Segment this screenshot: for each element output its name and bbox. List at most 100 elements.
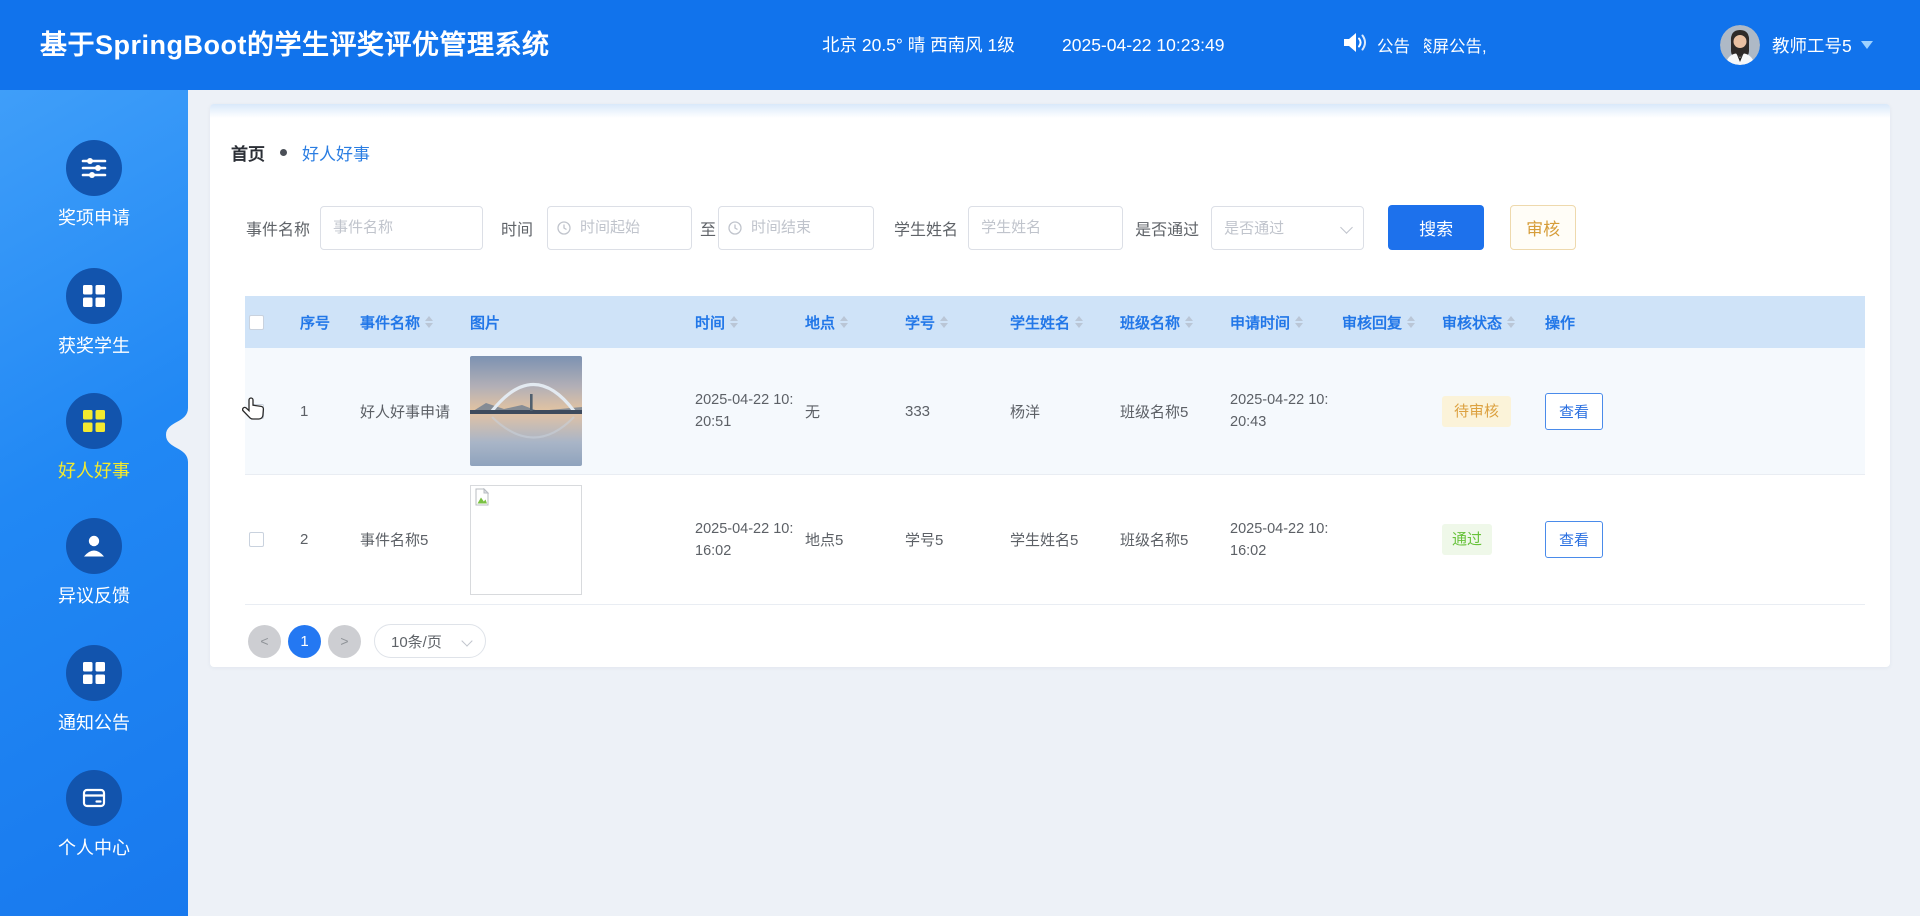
sliders-icon [66, 140, 122, 196]
event-name-input[interactable] [320, 205, 484, 250]
sidebar-item-label: 好人好事 [58, 461, 130, 481]
status-badge: 待审核 [1442, 395, 1512, 427]
sidebar: 奖项申请 获奖学生 好人好事 异议反馈 通知公告 个人中心 [0, 90, 188, 916]
cell-student-id: 333 [905, 402, 931, 420]
prev-page-button[interactable]: < [248, 624, 281, 658]
cell-index: 2 [300, 531, 309, 548]
search-button[interactable]: 搜索 [1388, 205, 1485, 250]
chevron-down-icon [1340, 220, 1353, 234]
current-page-button[interactable]: 1 [288, 624, 321, 658]
sidebar-item-label: 奖项申请 [58, 208, 130, 228]
header-cell-time[interactable]: 时间 [685, 296, 795, 348]
header-cell-student-id[interactable]: 学号 [895, 296, 1000, 348]
cell-event-name: 好人好事申请 [360, 403, 451, 421]
next-page-button[interactable]: > [328, 624, 361, 658]
clock-icon [557, 220, 571, 240]
user-icon [66, 518, 122, 574]
pagination: < 1 > 10条/页 [248, 624, 486, 658]
announcement-label: 公告 [1377, 38, 1410, 56]
sidebar-item-good-deeds[interactable]: 好人好事 [0, 393, 188, 483]
status-badge: 通过 [1442, 524, 1493, 555]
breadcrumb-home[interactable]: 首页 [231, 140, 265, 165]
sidebar-item-label: 通知公告 [58, 713, 130, 733]
cell-class-name: 班级名称5 [1120, 403, 1189, 421]
cell-location: 无 [805, 403, 821, 421]
bridge-photo [470, 356, 582, 466]
header-cell-review-reply[interactable]: 审核回复 [1332, 296, 1432, 348]
sort-icon [730, 316, 739, 328]
view-button[interactable]: 查看 [1545, 521, 1603, 558]
announcement-bar: 公告 滚屏公告, [1343, 0, 1512, 90]
grid-icon [66, 645, 122, 701]
app-window: 基于SpringBoot的学生评奖评优管理系统 北京 20.5° 晴 西南风 1… [0, 0, 1920, 916]
speaker-icon [1343, 32, 1367, 58]
header-cell-apply-time[interactable]: 申请时间 [1220, 296, 1332, 348]
header-cell-event-name[interactable]: 事件名称 [350, 296, 460, 348]
table-row: 1 好人好事申请 2025-04-22 10:20:51 无 333 杨洋 班级… [245, 348, 1865, 475]
cell-image [460, 475, 685, 604]
cell-student-name: 学生姓名5 [1010, 532, 1079, 549]
row-checkbox[interactable] [249, 403, 264, 419]
time-end-field [718, 205, 875, 250]
student-name-label: 学生姓名 [894, 221, 959, 239]
sidebar-item-award-apply[interactable]: 奖项申请 [0, 140, 188, 230]
cell-apply-time: 2025-04-22 10:16:02 [1230, 520, 1329, 559]
app-header: 基于SpringBoot的学生评奖评优管理系统 北京 20.5° 晴 西南风 1… [0, 0, 1920, 90]
good-deeds-table: 序号 事件名称 图片 时间 地点 学号 学生姓名 班级名称 申请时间 审核回复 … [245, 296, 1865, 605]
grid-icon [66, 393, 122, 449]
header-cell-location[interactable]: 地点 [795, 296, 895, 348]
header-cell-select [245, 296, 290, 348]
chevron-down-icon [461, 635, 473, 647]
sort-icon [1295, 316, 1304, 328]
sidebar-item-label: 个人中心 [58, 838, 130, 858]
header-cell-class-name[interactable]: 班级名称 [1110, 296, 1220, 348]
pass-filter-placeholder: 是否通过 [1224, 220, 1285, 237]
view-button[interactable]: 查看 [1545, 392, 1603, 430]
sidebar-item-feedback[interactable]: 异议反馈 [0, 518, 188, 608]
user-menu[interactable]: 教师工号5 [1720, 0, 1873, 90]
sidebar-item-awarded-students[interactable]: 获奖学生 [0, 268, 188, 358]
breadcrumb-current[interactable]: 好人好事 [302, 140, 370, 165]
select-all-checkbox[interactable] [249, 314, 264, 330]
cell-review-reply [1332, 348, 1432, 474]
username: 教师工号5 [1772, 35, 1852, 56]
sidebar-item-profile[interactable]: 个人中心 [0, 770, 188, 860]
header-cell-review-status[interactable]: 审核状态 [1432, 296, 1535, 348]
pass-filter-select[interactable]: 是否通过 [1211, 205, 1365, 250]
cell-student-name: 杨洋 [1010, 403, 1041, 421]
header-cell-student-name[interactable]: 学生姓名 [1000, 296, 1110, 348]
sort-icon [1407, 316, 1416, 328]
active-item-notch [164, 408, 188, 467]
avatar [1720, 25, 1760, 65]
row-checkbox[interactable] [249, 532, 264, 547]
header-cell-actions: 操作 [1545, 314, 1576, 332]
cell-review-reply [1332, 475, 1432, 604]
cell-apply-time: 2025-04-22 10:20:43 [1230, 392, 1329, 430]
sidebar-item-notices[interactable]: 通知公告 [0, 645, 188, 735]
sidebar-item-label: 获奖学生 [58, 336, 130, 356]
pass-filter-label: 是否通过 [1135, 221, 1200, 239]
chevron-down-icon [1860, 41, 1873, 49]
breadcrumb: 首页 好人好事 [231, 140, 370, 165]
cell-time: 2025-04-22 10:20:51 [695, 392, 794, 430]
student-name-input[interactable] [968, 205, 1124, 250]
wallet-icon [66, 770, 122, 826]
table-header-row: 序号 事件名称 图片 时间 地点 学号 学生姓名 班级名称 申请时间 审核回复 … [245, 296, 1865, 348]
sort-icon [940, 316, 949, 328]
breadcrumb-separator-dot [280, 149, 287, 156]
sort-icon [1075, 316, 1084, 328]
clock-icon [728, 220, 742, 240]
sort-icon [840, 316, 849, 328]
cell-location: 地点5 [805, 532, 844, 549]
review-button[interactable]: 审核 [1510, 205, 1577, 250]
datetime-display: 2025-04-22 10:23:49 [1062, 35, 1225, 55]
cell-event-name: 事件名称5 [360, 532, 429, 549]
content-card: 首页 好人好事 事件名称 时间 至 [210, 104, 1890, 667]
cell-student-id: 学号5 [905, 532, 944, 549]
page-size-select[interactable]: 10条/页 [374, 624, 486, 658]
event-name-label: 事件名称 [246, 221, 311, 239]
sidebar-item-label: 异议反馈 [58, 586, 130, 606]
app-title: 基于SpringBoot的学生评奖评优管理系统 [40, 30, 550, 60]
sort-icon [425, 316, 434, 328]
grid-icon [66, 268, 122, 324]
